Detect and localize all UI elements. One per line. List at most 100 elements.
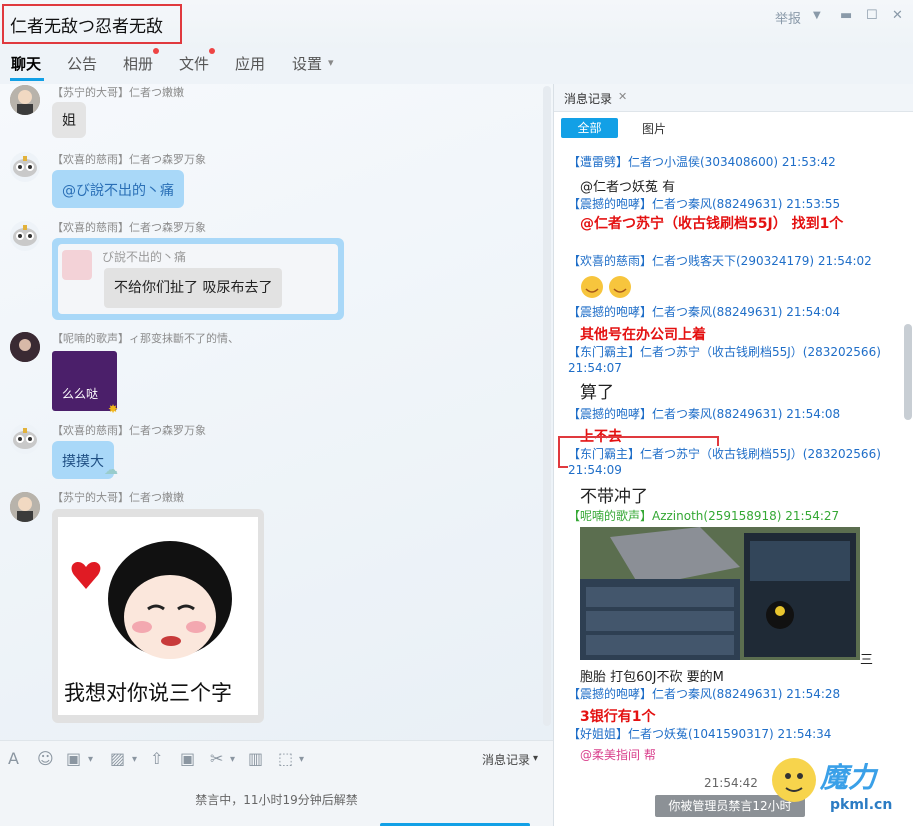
folder-icon[interactable]: ▣ — [180, 749, 195, 768]
sender-name: 【苏宁的大哥】仁者つ嫩嫩 — [52, 86, 184, 99]
meme-image: 我想对你说三个字 — [58, 517, 258, 715]
sparkle-icon: ✸ — [108, 402, 119, 416]
sender-name: 【苏宁的大哥】仁者つ嫩嫩 — [52, 491, 184, 504]
meme-caption: 我想对你说三个字 — [64, 681, 232, 705]
history-entry-body: 不带冲了 — [580, 487, 648, 507]
game-screenshot[interactable] — [580, 527, 860, 660]
settings-chevron-down-icon[interactable]: ▾ — [328, 56, 334, 69]
history-panel: 消息记录 ✕ 全部 图片 【遭雷劈】仁者つ小温侯(303408600) 21:5… — [553, 84, 913, 826]
minimize-icon[interactable]: ▬ — [840, 8, 852, 23]
quoted-avatar-icon — [62, 250, 92, 280]
chat-scrollbar[interactable] — [543, 86, 551, 726]
history-entry-header: 【好姐姐】仁者つ妖菟(1041590317) 21:54:34 — [568, 727, 832, 741]
gift-icon[interactable]: ▣ — [66, 749, 81, 768]
history-entry-header: 【东门霸主】仁者つ苏宁（收古钱刷档55J）(283202566) 21:54:0… — [568, 446, 898, 478]
reply-bubble[interactable]: び說不出的丶痛 不给你们扯了 吸尿布去了 — [52, 238, 344, 320]
font-icon[interactable]: A — [8, 749, 19, 768]
watermark-mascot-icon — [772, 758, 816, 802]
cloud-icon: ☁ — [104, 462, 118, 478]
avatar[interactable] — [10, 332, 40, 362]
history-button[interactable]: 消息记录 — [482, 751, 530, 768]
sticker-text: 么么哒 — [62, 387, 99, 401]
avatar[interactable] — [10, 221, 40, 251]
filter-all-button[interactable]: 全部 — [561, 118, 618, 138]
history-entry-header: 【呢喃的歌声】Azzinoth(259158918) 21:54:27 — [568, 509, 840, 523]
dropdown-icon[interactable]: ▼ — [813, 10, 821, 21]
history-scrollbar[interactable] — [904, 324, 912, 420]
watermark-brand: 魔力 — [820, 761, 877, 794]
history-entry-header: 【震撼的咆哮】仁者つ秦风(88249631) 21:54:28 — [568, 687, 841, 701]
sticker-bubble[interactable]: 我想对你说三个字 — [52, 509, 264, 723]
history-entry-body: 3银行有1个 — [580, 709, 656, 725]
avatar-image — [10, 492, 40, 522]
message-bubble[interactable]: @び說不出的丶痛 — [52, 170, 184, 208]
emoji-icon[interactable]: ☺ — [37, 749, 54, 768]
more-chevron-down-icon[interactable]: ▾ — [299, 754, 304, 765]
reply-text: 不给你们扯了 吸尿布去了 — [104, 268, 283, 308]
chat-area: 【苏宁的大哥】仁者つ嫩嫩 姐 【欢喜的慈雨】仁者つ森罗万象 @び說不出的丶痛 【… — [0, 84, 553, 740]
quoted-sender: び說不出的丶痛 — [102, 250, 187, 264]
active-tab-indicator — [10, 78, 44, 81]
scissors-chevron-down-icon[interactable]: ▾ — [230, 754, 235, 765]
mute-notice: 禁言中，11小时19分钟后解禁 — [195, 793, 358, 807]
scissors-icon[interactable]: ✂ — [210, 749, 223, 768]
history-tabbar: 消息记录 ✕ — [554, 84, 913, 112]
image-chevron-down-icon[interactable]: ▾ — [132, 754, 137, 765]
smile-emoji-icon — [580, 274, 634, 304]
history-tab[interactable]: 消息记录 — [564, 90, 612, 107]
robot-avatar-image — [10, 152, 40, 182]
history-entry-header: 【震撼的咆哮】仁者つ秦风(88249631) 21:54:04 — [568, 305, 841, 319]
pkml-watermark: 魔力 pkml.cn — [760, 742, 910, 822]
robot-avatar-image — [10, 424, 40, 454]
image-icon[interactable]: ▨ — [110, 749, 125, 768]
upload-icon[interactable]: ⇧ — [150, 749, 163, 768]
tab-settings[interactable]: 设置 — [292, 53, 322, 74]
history-entry-header: 【震撼的咆哮】仁者つ秦风(88249631) 21:54:08 — [568, 407, 841, 421]
meme-face-image — [71, 541, 232, 659]
maximize-icon[interactable]: ☐ — [866, 8, 878, 23]
robot-avatar-image — [10, 221, 40, 251]
history-entry-header: 【欢喜的慈雨】仁者つ贱客天下(290324179) 21:54:02 — [568, 254, 872, 268]
trash-icon[interactable]: ▥ — [248, 749, 263, 768]
history-tab-close-icon[interactable]: ✕ — [618, 90, 627, 103]
tab-chat[interactable]: 聊天 — [11, 53, 41, 74]
smile-emoji-image — [581, 276, 631, 298]
avatar[interactable] — [10, 85, 40, 115]
window-title: 仁者无敌つ忍者无敌 — [10, 17, 163, 37]
history-entry-header: 【震撼的咆哮】仁者つ秦风(88249631) 21:53:55 — [568, 197, 841, 211]
history-footer-time: 21:54:42 — [704, 776, 758, 790]
close-icon[interactable]: ✕ — [892, 8, 903, 23]
gift-chevron-down-icon[interactable]: ▾ — [88, 754, 93, 765]
sender-name: 【欢喜的慈雨】仁者つ森罗万象 — [52, 424, 206, 437]
main-tabs: 聊天 公告 相册 文件 应用 设置 ▾ — [0, 48, 913, 84]
files-unread-dot — [209, 48, 215, 54]
more-icon[interactable]: ⬚ — [278, 749, 293, 768]
history-entry-body: 算了 — [580, 383, 614, 403]
tab-apps[interactable]: 应用 — [235, 53, 265, 74]
tab-album[interactable]: 相册 — [123, 53, 153, 74]
history-entry-body: 胞胎 打包60J不砍 要的M — [580, 670, 724, 685]
game-screenshot-image — [580, 527, 860, 660]
album-unread-dot — [153, 48, 159, 54]
sender-name: 【欢喜的慈雨】仁者つ森罗万象 — [52, 153, 206, 166]
sender-name: 【欢喜的慈雨】仁者つ森罗万象 — [52, 221, 206, 234]
avatar[interactable] — [10, 152, 40, 182]
avatar[interactable] — [10, 492, 40, 522]
history-entry-body: @仁者つ苏宁（收古钱刷档55J） 找到1个 — [580, 216, 844, 232]
avatar-image — [10, 332, 40, 362]
message-bubble[interactable]: 姐 — [52, 102, 86, 138]
sender-name: 【呢喃的歌声】ィ那变抹斷不了的情、 — [52, 332, 239, 345]
history-entry-header: 【遭雷劈】仁者つ小温侯(303408600) 21:53:42 — [568, 155, 836, 169]
filter-images-button[interactable]: 图片 — [642, 120, 666, 137]
history-entry-header: 【东门霸主】仁者つ苏宁（收古钱刷档55J）(283202566) 21:54:0… — [568, 345, 881, 375]
tab-files[interactable]: 文件 — [179, 53, 209, 74]
history-chevron-down-icon[interactable]: ▾ — [533, 753, 538, 764]
input-area: A ☺ ▣ ▾ ▨ ▾ ⇧ ▣ ✂ ▾ ▥ ⬚ ▾ 消息记录 ▾ 禁言中，11小… — [0, 740, 553, 826]
title-bar: 仁者无敌つ忍者无敌 举报 ▼ ▬ ☐ ✕ — [0, 0, 913, 48]
history-entry-body: @仁者つ妖菟 有 — [580, 180, 676, 195]
history-entry-body: 其他号在办公司上着 — [580, 327, 706, 343]
avatar-image — [10, 85, 40, 115]
avatar[interactable] — [10, 424, 40, 454]
report-button[interactable]: 举报 — [775, 8, 801, 27]
tab-announcement[interactable]: 公告 — [67, 53, 97, 74]
